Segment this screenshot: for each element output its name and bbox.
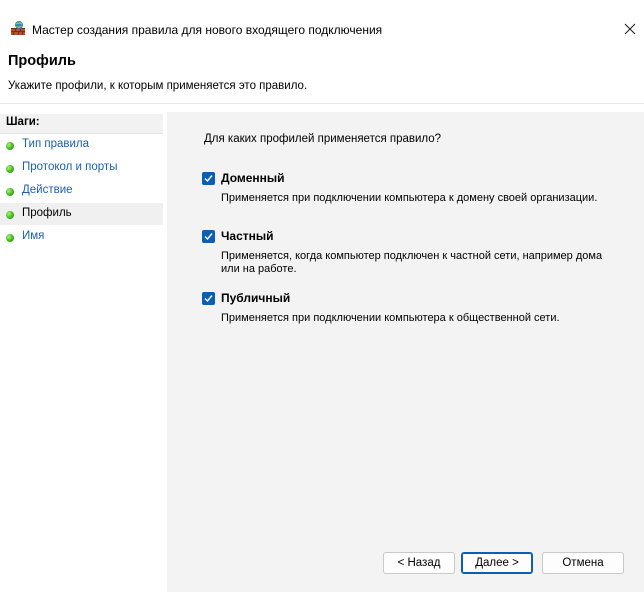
domain-label[interactable]: Доменный [221, 171, 285, 185]
step-rule-type[interactable]: Тип правила [0, 134, 163, 156]
step-status-icon [6, 188, 14, 196]
checkmark-icon [204, 233, 213, 241]
steps-header-label: Шаги: [6, 116, 40, 128]
private-label[interactable]: Частный [221, 229, 274, 243]
private-checkbox[interactable] [202, 230, 215, 243]
step-name[interactable]: Имя [0, 226, 163, 248]
close-button[interactable] [616, 16, 644, 44]
domain-description: Применяется при подключении компьютера к… [221, 192, 598, 204]
profiles-question: Для каких профилей применяется правило? [204, 133, 442, 145]
public-label[interactable]: Публичный [221, 291, 290, 305]
checkmark-icon [204, 295, 213, 303]
step-label: Действие [22, 184, 73, 196]
step-label: Имя [22, 230, 45, 242]
step-action[interactable]: Действие [0, 180, 163, 202]
firewall-icon [10, 20, 26, 36]
cancel-button[interactable]: Отмена [542, 552, 624, 574]
step-label: Профиль [22, 207, 72, 219]
content-pane: Для каких профилей применяется правило? … [167, 112, 644, 592]
next-button[interactable]: Далее > [461, 552, 533, 574]
step-status-icon [6, 165, 14, 173]
steps-sidebar: Шаги: Тип правила Протокол и порты Дейст… [0, 104, 163, 592]
back-button[interactable]: < Назад [383, 552, 455, 574]
page-subtitle: Укажите профили, к которым применяется э… [8, 80, 308, 92]
steps-header: Шаги: [0, 114, 163, 134]
window-bottom-edge [0, 592, 644, 610]
step-label: Тип правила [22, 138, 90, 150]
step-profile: Профиль [0, 203, 163, 225]
wizard-window: Мастер создания правила для нового входя… [0, 0, 644, 610]
step-protocol-ports[interactable]: Протокол и порты [0, 157, 163, 179]
step-status-icon [6, 211, 14, 219]
title-bar: Мастер создания правила для нового входя… [0, 0, 644, 40]
private-description: Применяется, когда компьютер подключен к… [221, 250, 603, 275]
window-title: Мастер создания правила для нового входя… [32, 23, 383, 37]
step-status-icon [6, 234, 14, 242]
checkmark-icon [204, 175, 213, 183]
public-checkbox[interactable] [202, 292, 215, 305]
domain-checkbox[interactable] [202, 172, 215, 185]
step-label: Протокол и порты [22, 161, 118, 173]
page-title: Профиль [8, 53, 76, 69]
public-description: Применяется при подключении компьютера к… [221, 312, 560, 324]
step-status-icon [6, 142, 14, 150]
